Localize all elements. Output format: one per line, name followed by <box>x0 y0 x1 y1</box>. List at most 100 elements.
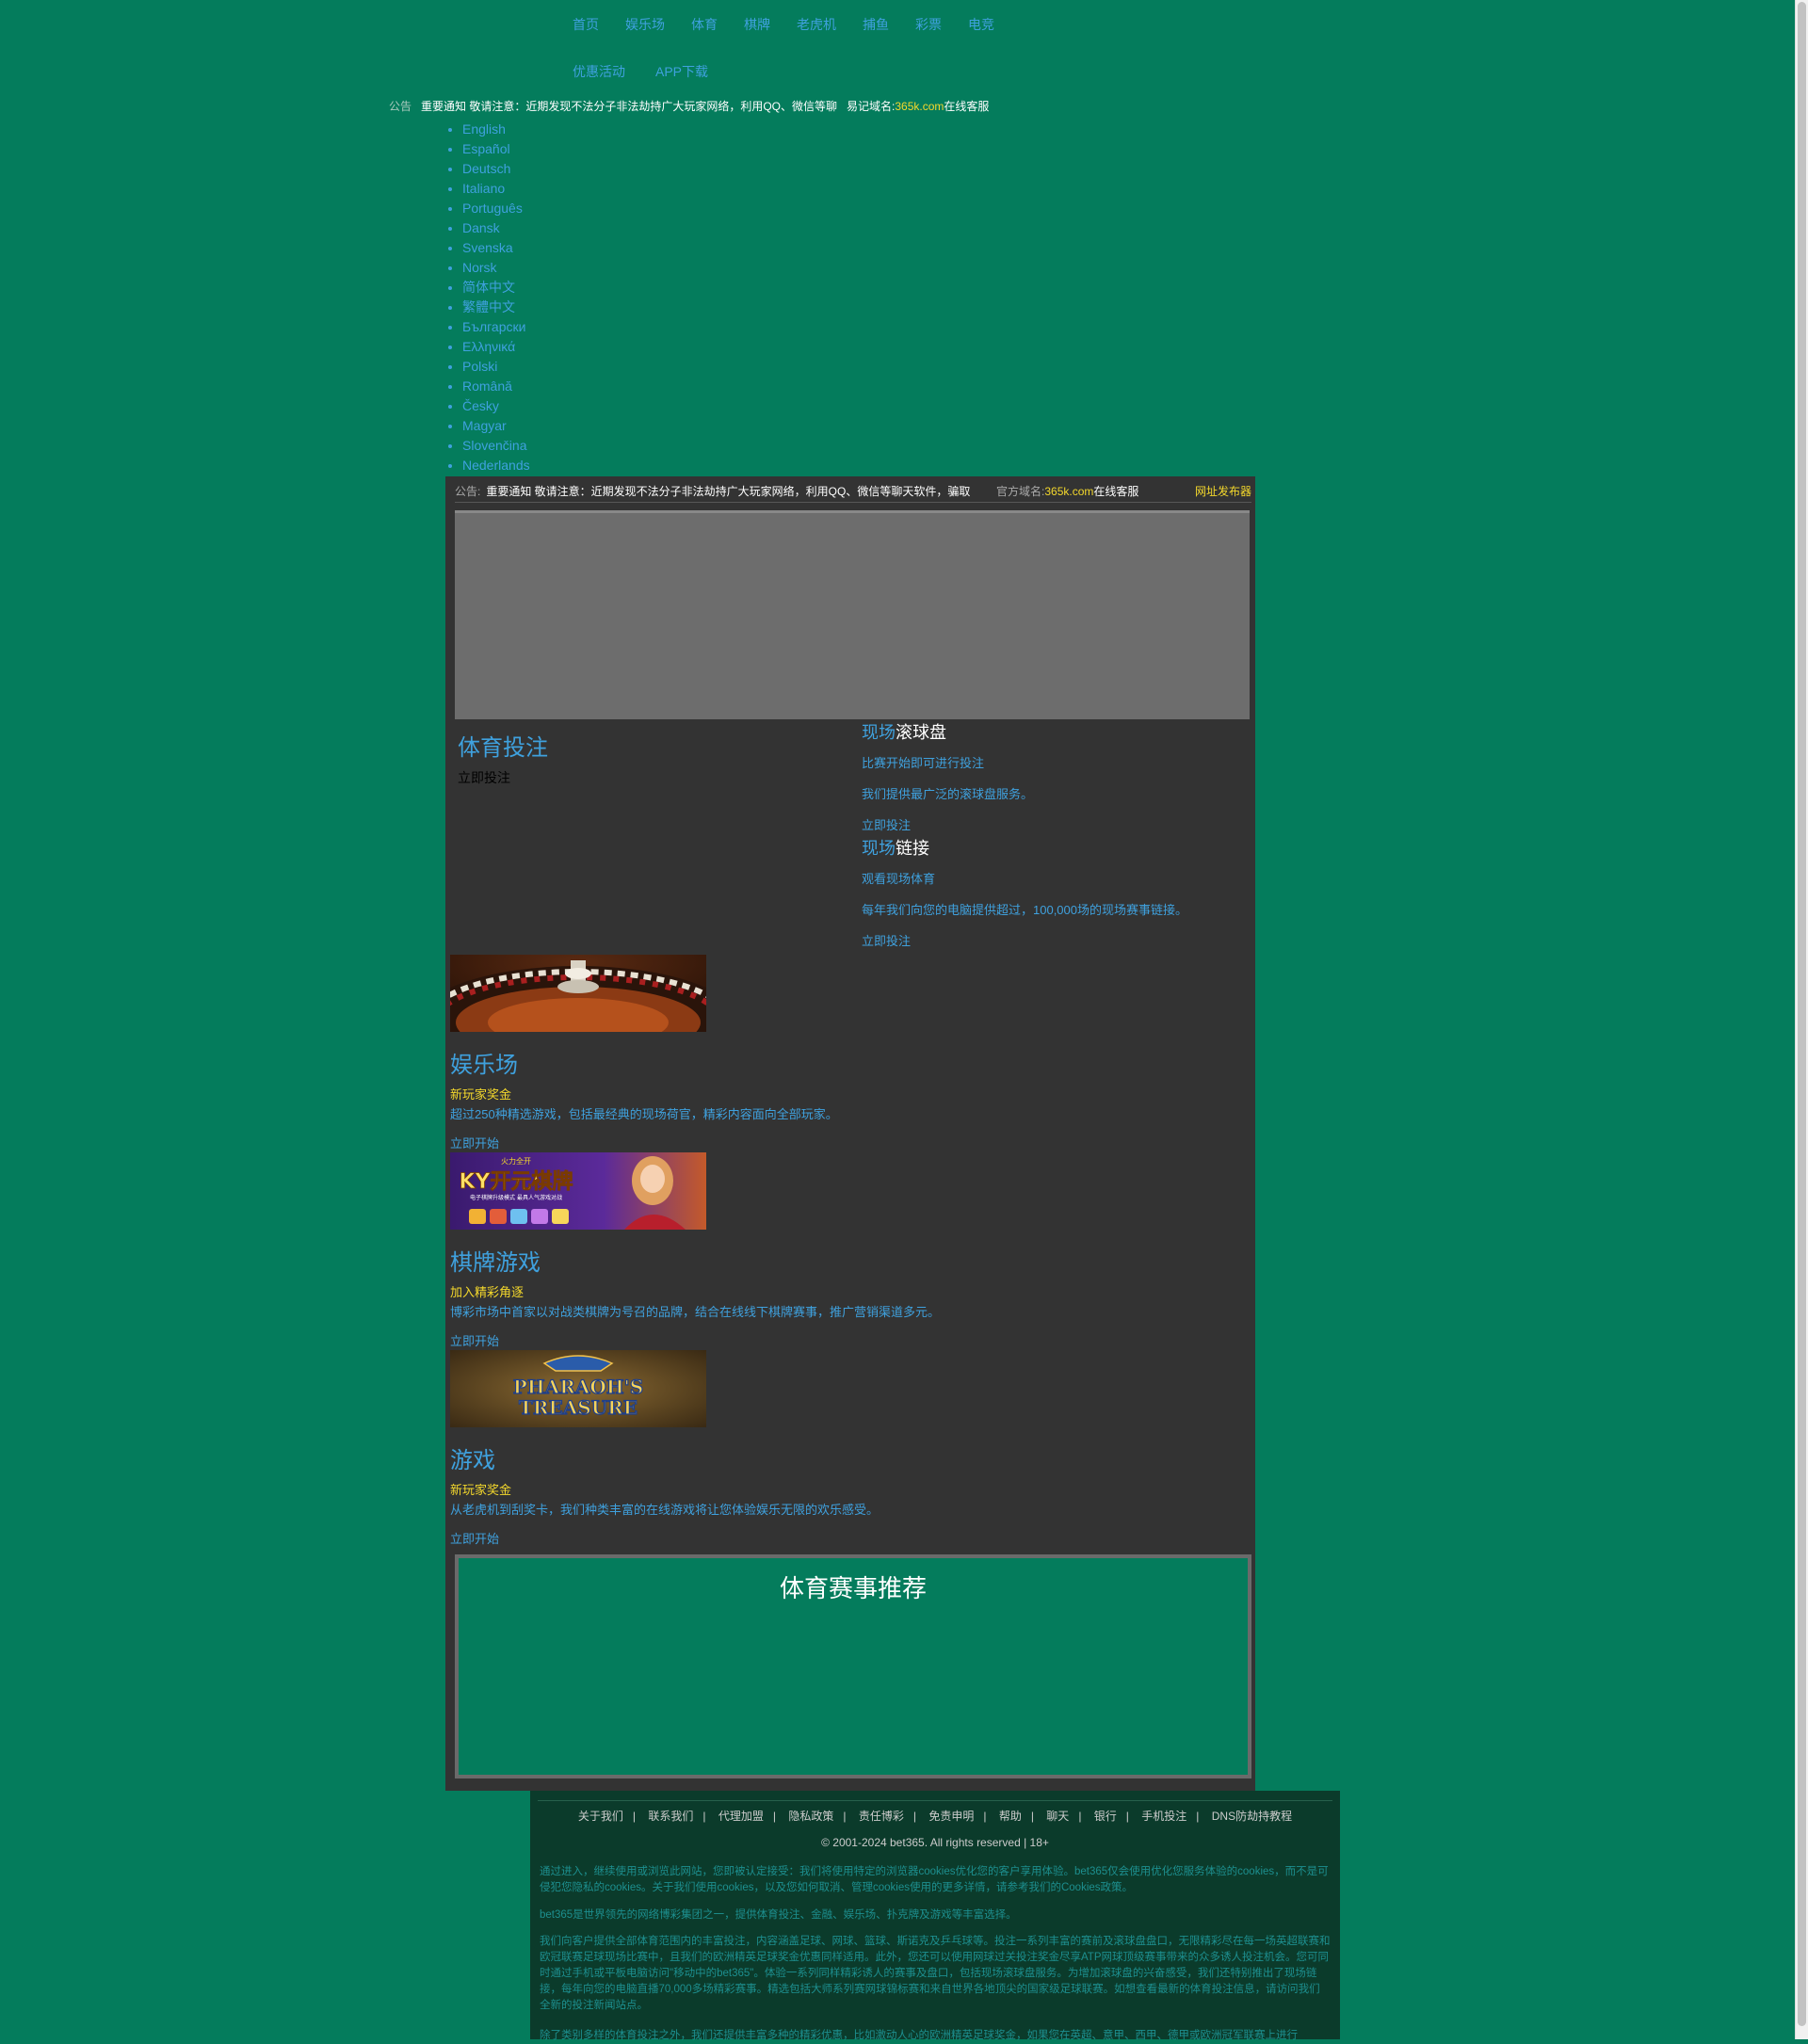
live-inplay-title-a: 现场 <box>862 723 896 742</box>
roulette-wheel-icon <box>450 955 706 1032</box>
language-item[interactable]: Română <box>462 378 530 397</box>
nav-home[interactable]: 首页 <box>573 15 599 34</box>
games-banner-title-2: TREASURE <box>519 1396 638 1419</box>
game-icons-row <box>469 1209 569 1224</box>
language-item[interactable]: Polski <box>462 358 530 378</box>
footer-link-about[interactable]: 关于我们 <box>578 1810 623 1823</box>
casino-description: 超过250种精选游戏，包括最经典的现场荷官，精彩内容面向全部玩家。 <box>450 1107 838 1121</box>
games-banner-image[interactable]: PHARAOH'S TREASURE <box>450 1350 706 1427</box>
live-streaming-line1: 观看现场体育 <box>862 872 936 886</box>
footer-link-privacy[interactable]: 隐私政策 <box>788 1810 833 1823</box>
footer-link-disclaimer[interactable]: 免责申明 <box>928 1810 974 1823</box>
sports-bet-now-link[interactable]: 立即投注 <box>458 768 510 787</box>
language-item[interactable]: Български <box>462 318 530 338</box>
domain-link[interactable]: 365k.com <box>1044 485 1093 498</box>
poker-banner-top: 火力全开 <box>501 1156 531 1166</box>
poker-banner-title: KY开元棋牌 <box>460 1169 573 1194</box>
casino-tag: 新玩家奖金 <box>450 1087 512 1102</box>
copyright: © 2001-2024 bet365. All rights reserved … <box>821 1836 1049 1849</box>
online-support-link[interactable]: 在线客服 <box>1093 485 1138 498</box>
live-inplay-bet-link[interactable]: 立即投注 <box>862 815 1033 833</box>
language-item[interactable]: Magyar <box>462 417 530 437</box>
live-inplay-block: 现场滚球盘 比赛开始即可进行投注 我们提供最广泛的滚球盘服务。 立即投注 <box>862 719 1033 833</box>
live-streaming-block: 现场链接 观看现场体育 每年我们向您的电脑提供超过，100,000场的现场赛事链… <box>862 835 1187 949</box>
footer-link-mobile[interactable]: 手机投注 <box>1141 1810 1186 1823</box>
domain-label: 官方域名: <box>996 485 1045 498</box>
language-item[interactable]: Dansk <box>462 219 530 239</box>
notice-text: 重要通知 敬请注意：近期发现不法分子非法劫持广大玩家网络，利用QQ、微信等聊天软… <box>486 485 971 498</box>
footer-link-affiliate[interactable]: 代理加盟 <box>718 1810 764 1823</box>
footer: 关于我们 | 联系我们 | 代理加盟 | 隐私政策 | 责任博彩 | 免责申明 | 帮助 | … <box>530 1791 1340 2041</box>
nav-row-secondary: 优惠活动 APP下载 <box>573 62 734 81</box>
language-item[interactable]: Česky <box>462 397 530 417</box>
language-item[interactable]: Español <box>462 140 530 160</box>
nav-app-download[interactable]: APP下载 <box>655 62 708 81</box>
live-inplay-line2: 我们提供最广泛的滚球盘服务。 <box>862 787 1034 801</box>
notice-label: 公告: <box>455 485 481 498</box>
nav-casino[interactable]: 娱乐场 <box>625 15 665 34</box>
nav-sports[interactable]: 体育 <box>691 15 718 34</box>
poker-title: 棋牌游戏 <box>450 1250 541 1276</box>
footer-link-dns[interactable]: DNS防劫持教程 <box>1212 1810 1292 1823</box>
sports-events-title: 体育赛事推荐 <box>779 1574 927 1602</box>
poker-tag: 加入精彩角逐 <box>450 1285 525 1299</box>
games-start-link[interactable]: 立即开始 <box>450 1529 499 1547</box>
live-streaming-title: 现场链接 <box>862 835 1187 860</box>
casino-start-link[interactable]: 立即开始 <box>450 1134 499 1151</box>
domain-link[interactable]: 365k.com <box>895 100 944 113</box>
footer-divider <box>538 1800 1332 1801</box>
language-item[interactable]: Ελληνικά <box>462 338 530 358</box>
pharaohs-treasure-banner: PHARAOH'S TREASURE <box>450 1350 706 1427</box>
scrollbar-thumb[interactable] <box>1798 2 1806 2026</box>
notice-label: 公告 <box>389 100 412 113</box>
footer-link-help[interactable]: 帮助 <box>999 1810 1022 1823</box>
language-item[interactable]: Svenska <box>462 239 530 259</box>
language-list: English Español Deutsch Italiano Portugu… <box>447 121 530 476</box>
poker-description: 博彩市场中首家以对战类棋牌为号召的品牌，结合在线线下棋牌赛事，推广营销渠道多元。 <box>450 1305 941 1319</box>
language-item[interactable]: Norsk <box>462 259 530 279</box>
nav-slots[interactable]: 老虎机 <box>797 15 836 34</box>
footer-promo-text: 除了类别多样的体育投注之外，我们还提供丰富多种的精彩优惠，比如激动人心的欧洲精英… <box>540 2030 1298 2041</box>
sports-events-box: 体育赛事推荐 <box>455 1554 1251 1778</box>
page-scrollbar[interactable] <box>1795 0 1808 2039</box>
online-support-link[interactable]: 在线客服 <box>944 100 989 113</box>
casino-roulette-image[interactable] <box>450 955 706 1032</box>
language-item[interactable]: Nederlands <box>462 457 530 476</box>
nav-row-primary: 首页 娱乐场 体育 棋牌 老虎机 捕鱼 彩票 电竞 <box>573 15 1021 34</box>
panel-notice-bar: 公告: 重要通知 敬请注意：近期发现不法分子非法劫持广大玩家网络，利用QQ、微信等… <box>455 483 1253 502</box>
live-streaming-bet-link[interactable]: 立即投注 <box>862 931 1187 949</box>
games-banner-title-1: PHARAOH'S <box>513 1376 643 1398</box>
footer-links: 关于我们 | 联系我们 | 代理加盟 | 隐私政策 | 责任博彩 | 免责申明 | 帮助 | … <box>577 1810 1293 1823</box>
nav-esports[interactable]: 电竞 <box>968 15 994 34</box>
live-streaming-title-b: 链接 <box>896 839 929 858</box>
nav-chess-cards[interactable]: 棋牌 <box>744 15 770 34</box>
language-item[interactable]: Português <box>462 200 530 219</box>
footer-link-responsible[interactable]: 责任博彩 <box>859 1810 904 1823</box>
nav-lottery[interactable]: 彩票 <box>915 15 942 34</box>
top-notice-bar: 公告 重要通知 敬请注意：近期发现不法分子非法劫持广大玩家网络，利用QQ、微信等聊… <box>389 98 989 114</box>
footer-sports-text: 我们向客户提供全部体育范围内的丰富投注，内容涵盖足球、网球、篮球、斯诺克及乒乓球… <box>540 1936 1331 2011</box>
language-item[interactable]: 繁體中文 <box>462 298 530 318</box>
divider <box>455 502 1251 503</box>
live-inplay-line1: 比赛开始即可进行投注 <box>862 756 985 770</box>
language-item[interactable]: 简体中文 <box>462 279 530 298</box>
live-streaming-title-a: 现场 <box>862 839 896 858</box>
live-streaming-line2: 每年我们向您的电脑提供超过，100,000场的现场赛事链接。 <box>862 903 1187 917</box>
footer-link-banking[interactable]: 银行 <box>1094 1810 1117 1823</box>
language-item[interactable]: English <box>462 121 530 140</box>
footer-link-contact[interactable]: 联系我们 <box>648 1810 693 1823</box>
live-inplay-title: 现场滚球盘 <box>862 719 1033 744</box>
poker-banner-subtitle: 电子棋牌升级模式 最具人气游戏对战 <box>470 1194 562 1201</box>
nav-fishing[interactable]: 捕鱼 <box>863 15 889 34</box>
main-panel: 公告: 重要通知 敬请注意：近期发现不法分子非法劫持广大玩家网络，利用QQ、微信等… <box>445 476 1255 1791</box>
poker-start-link[interactable]: 立即开始 <box>450 1331 499 1349</box>
url-publisher-link[interactable]: 网址发布器 <box>1195 483 1251 499</box>
footer-link-chat[interactable]: 聊天 <box>1046 1810 1069 1823</box>
footer-about-text: bet365是世界领先的网络博彩集团之一，提供体育投注、金融、娱乐场、扑克牌及游… <box>540 1909 1017 1921</box>
language-item[interactable]: Slovenčina <box>462 437 530 457</box>
games-tag: 新玩家奖金 <box>450 1483 512 1497</box>
poker-banner-image[interactable]: 火力全开 KY开元棋牌 电子棋牌升级模式 最具人气游戏对战 <box>450 1152 706 1230</box>
nav-promotions[interactable]: 优惠活动 <box>573 62 625 81</box>
language-item[interactable]: Deutsch <box>462 160 530 180</box>
language-item[interactable]: Italiano <box>462 180 530 200</box>
